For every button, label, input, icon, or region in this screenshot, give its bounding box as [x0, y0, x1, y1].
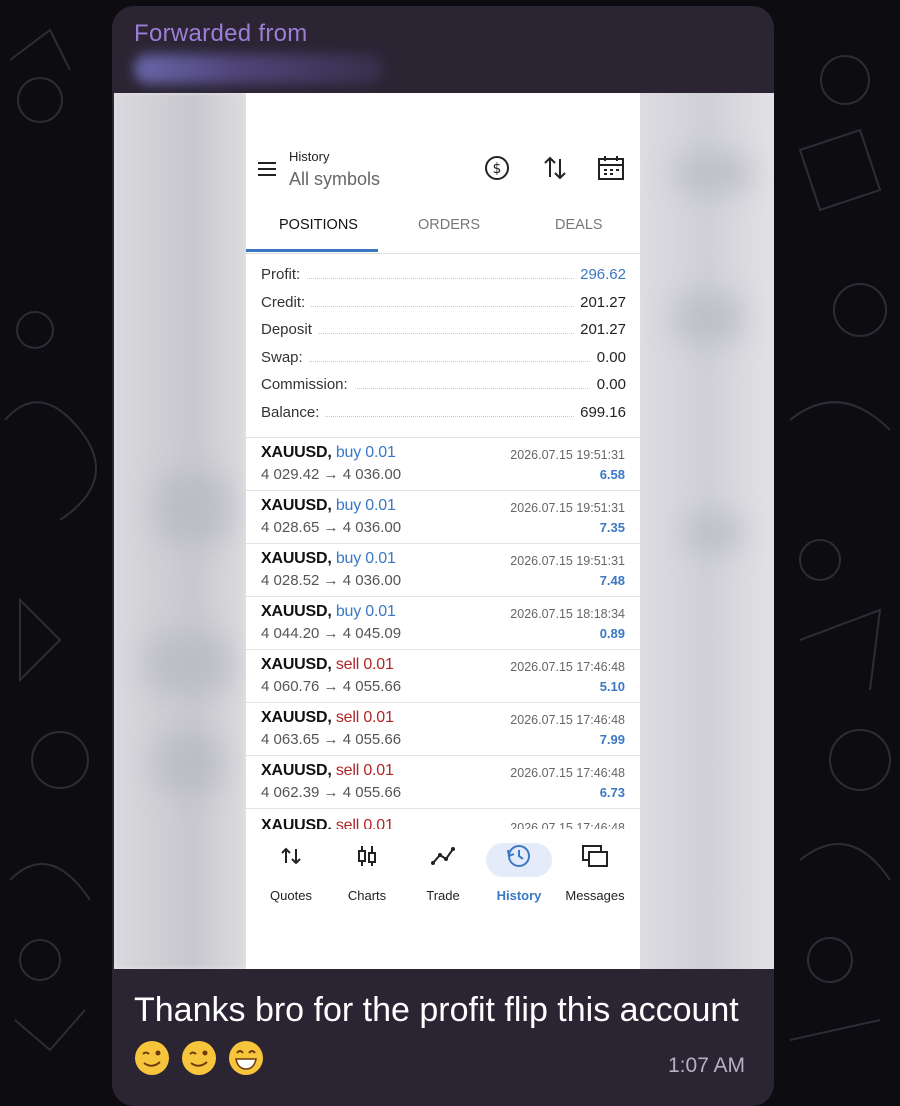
tab-orders[interactable]: ORDERS [418, 217, 480, 233]
account-summary: Profit: 296.62 Credit: 201.27 Deposit 201.2… [246, 253, 640, 438]
summary-row-credit: Credit: 201.27 [261, 294, 626, 311]
deal-row-partial: XAUUSD, sell 0.01 2026.07.15 17:46:48 [261, 817, 625, 829]
history-tabs: POSITIONS ORDERS DEALS [246, 205, 640, 254]
tab-deals[interactable]: DEALS [555, 217, 603, 233]
menu-icon[interactable] [258, 162, 276, 176]
grinning-face-emoji [229, 1041, 263, 1076]
quotes-arrows-icon [281, 847, 301, 865]
nav-charts[interactable]: Charts [329, 841, 405, 903]
nav-quotes[interactable]: Quotes [253, 841, 329, 903]
forwarded-from-label: Forwarded from [134, 20, 308, 47]
nav-messages[interactable]: Messages [557, 841, 633, 903]
screenshot-image[interactable]: History All symbols $ POSITIONS ORDERS D… [114, 93, 774, 969]
symbol-filter[interactable]: All symbols [289, 169, 380, 190]
deal-row[interactable]: XAUUSD, sell 0.01 4 063.65 → 4 055.66 202… [246, 703, 640, 756]
tab-positions[interactable]: POSITIONS [279, 217, 358, 233]
sort-icon[interactable] [540, 153, 570, 183]
summary-row-balance: Balance: 699.16 [261, 404, 626, 421]
deal-row[interactable]: XAUUSD, buy 0.01 4 028.52 → 4 036.00 2026… [246, 544, 640, 597]
deal-row[interactable]: XAUUSD, buy 0.01 4 029.42 → 4 036.00 2026… [246, 438, 640, 491]
deal-row[interactable]: XAUUSD, sell 0.01 4 060.76 → 4 055.66 202… [246, 650, 640, 703]
summary-row-deposit: Deposit 201.27 [261, 321, 626, 338]
messages-icon [582, 845, 608, 867]
nav-history[interactable]: History [481, 841, 557, 903]
calendar-icon[interactable] [596, 153, 626, 183]
app-header: History All symbols $ POSITIONS ORDERS D… [246, 93, 640, 254]
svg-text:$: $ [493, 161, 502, 177]
winking-face-emoji [182, 1041, 216, 1076]
trade-line-icon [431, 847, 455, 865]
winking-face-emoji [135, 1041, 169, 1076]
deal-row[interactable]: XAUUSD, sell 0.01 4 062.39 → 4 055.66 202… [246, 756, 640, 809]
page-title: History [289, 149, 330, 164]
summary-row-commission: Commission: 0.00 [261, 376, 626, 393]
trading-app-screen: History All symbols $ POSITIONS ORDERS D… [246, 93, 640, 969]
message-timestamp: 1:07 AM [668, 1054, 746, 1077]
forwarded-message-bubble[interactable]: Forwarded from History All symbols $ POS… [112, 6, 774, 1106]
currency-exchange-icon[interactable]: $ [482, 153, 512, 183]
candlestick-icon [358, 846, 376, 866]
active-tab-indicator [246, 249, 378, 252]
summary-row-swap: Swap: 0.00 [261, 349, 626, 366]
deal-row[interactable]: XAUUSD, buy 0.01 4 028.65 → 4 036.00 2026… [246, 491, 640, 544]
history-clock-icon [507, 845, 530, 867]
deal-row[interactable]: XAUUSD, buy 0.01 4 044.20 → 4 045.09 2026… [246, 597, 640, 650]
bottom-navigation: Quotes Charts Trade History Messages [246, 829, 640, 969]
nav-trade[interactable]: Trade [405, 841, 481, 903]
forwarded-sender-blurred[interactable] [134, 54, 384, 84]
summary-row-profit: Profit: 296.62 [261, 266, 626, 283]
